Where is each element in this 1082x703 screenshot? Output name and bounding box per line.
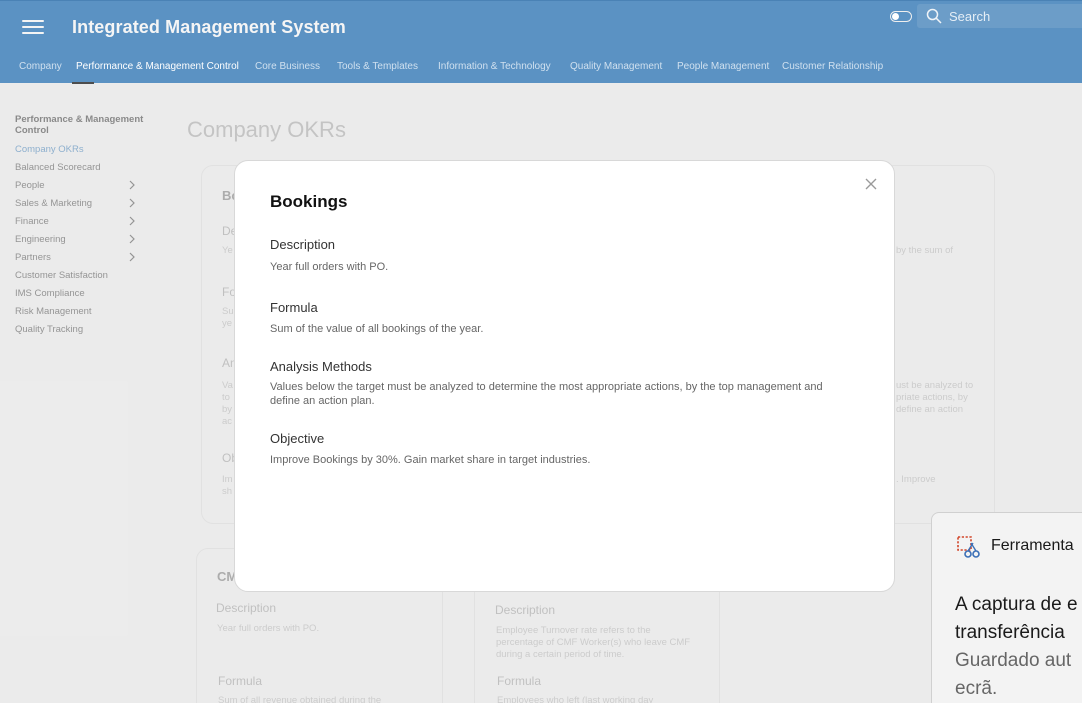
nav-quality-management[interactable]: Quality Management [570,61,662,72]
nav-customer-relationship[interactable]: Customer Relationship [782,61,883,72]
top-header: Integrated Management System Company Per… [0,0,1082,83]
search-box[interactable] [917,4,1082,28]
formula-label: Formula [270,300,318,315]
objective-text: Improve Bookings by 30%. Gain market sha… [270,454,591,466]
analysis-methods-text: Values below the target must be analyzed… [270,381,823,407]
objective-label: Objective [270,431,325,446]
search-input[interactable] [949,7,1074,25]
notification-title: A captura de e transferência [955,591,1078,647]
notification-title-line: A captura de e [955,594,1078,615]
notification-body-line: Guardado aut [955,650,1072,671]
okr-detail-modal: Bookings Description Year full orders wi… [234,160,895,592]
formula-text: Sum of the value of all bookings of the … [270,323,484,335]
nav-company[interactable]: Company [19,61,62,72]
snipping-tool-notification[interactable]: Ferramenta A captura de e transferência … [931,512,1082,703]
app-title: Integrated Management System [72,17,346,37]
snipping-tool-icon [957,536,980,558]
analysis-methods-label: Analysis Methods [270,359,372,374]
theme-toggle[interactable] [890,11,912,22]
description-text: Year full orders with PO. [270,261,389,273]
notification-body: Guardado aut ecrã. [955,647,1071,703]
nav-tools-templates[interactable]: Tools & Templates [337,61,418,72]
nav-people-management[interactable]: People Management [677,61,769,72]
notification-body-line: ecrã. [955,678,998,699]
modal-title: Bookings [270,192,348,211]
notification-title-line: transferência [955,622,1065,643]
notification-app-name: Ferramenta [991,537,1074,554]
nav-information-technology[interactable]: Information & Technology [438,61,551,72]
description-label: Description [270,237,336,252]
hamburger-menu-icon[interactable] [22,20,44,36]
search-icon [926,8,942,24]
nav-performance-management-control[interactable]: Performance & Management Control [76,61,239,72]
close-icon[interactable] [864,177,878,191]
nav-core-business[interactable]: Core Business [255,61,320,72]
